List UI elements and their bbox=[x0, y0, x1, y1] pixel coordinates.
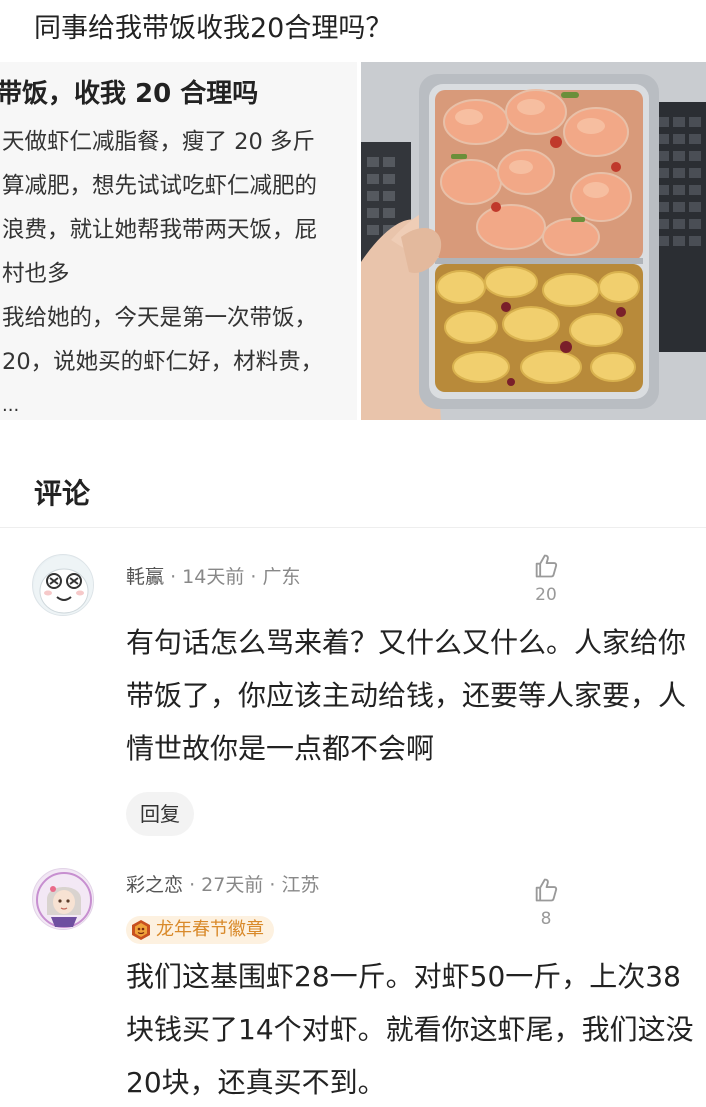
like-button[interactable]: 8 bbox=[526, 876, 566, 930]
lunch-box-photo[interactable] bbox=[361, 62, 706, 420]
divider bbox=[0, 527, 706, 528]
comments-title: 评论 bbox=[34, 477, 91, 510]
cropped-text-screenshot[interactable]: 带饭，收我 20 合理吗 天做虾仁减脂餐，瘦了 20 多斤 算减肥，想先试试吃虾… bbox=[0, 62, 357, 420]
thumbs-up-icon bbox=[535, 554, 558, 578]
meta-separator: · bbox=[250, 566, 263, 588]
comment-time: 27天前 bbox=[201, 874, 264, 896]
thumbs-up-icon bbox=[535, 878, 558, 902]
avatar[interactable] bbox=[32, 868, 94, 930]
avatar[interactable] bbox=[32, 554, 94, 616]
comment-username[interactable]: 彩之恋 bbox=[126, 874, 183, 896]
meta-separator: · bbox=[189, 874, 202, 896]
meta-separator: · bbox=[170, 566, 183, 588]
comment-location: 江苏 bbox=[281, 874, 320, 896]
comment-text: 我们这基围虾28一斤。对虾50一斤，上次38块钱买了14个对虾。就看你这虾尾，我… bbox=[126, 960, 694, 1099]
comment-meta: 軞鸁 · 14天前 · 广东 bbox=[126, 564, 301, 590]
comment-text: 有句话怎么骂来着？又什么又什么。人家给你带饭了，你应该主动给钱，还要等人家要，人… bbox=[126, 626, 687, 765]
cropped-line: 我给她的，今天是第一次带饭， bbox=[2, 305, 318, 331]
comment-username[interactable]: 軞鸁 bbox=[126, 566, 164, 588]
like-button[interactable]: 20 bbox=[526, 552, 566, 606]
holiday-badge[interactable]: 龙年春节徽章 bbox=[126, 916, 274, 944]
badge-label: 龙年春节徽章 bbox=[156, 919, 264, 940]
comment-location: 广东 bbox=[262, 566, 301, 588]
reply-button[interactable]: 回复 bbox=[126, 792, 194, 836]
cropped-line: 村也多 bbox=[2, 261, 70, 287]
like-count: 20 bbox=[535, 585, 557, 605]
anime-avatar-icon bbox=[34, 870, 93, 929]
meta-separator: · bbox=[269, 874, 282, 896]
dragon-badge-icon bbox=[132, 920, 150, 940]
cropped-line: 浪费，就让她帮我带两天饭，屁 bbox=[2, 217, 318, 243]
cropped-line: 算减肥，想先试试吃虾仁减肥的 bbox=[2, 173, 318, 199]
post-title: 同事给我带饭收我20合理吗？ bbox=[34, 13, 393, 44]
lunch-box-illustration bbox=[361, 62, 706, 420]
like-count: 8 bbox=[540, 909, 552, 929]
smiley-avatar-icon bbox=[34, 556, 93, 615]
cropped-heading: 带饭，收我 20 合理吗 bbox=[0, 79, 259, 109]
comment-time: 14天前 bbox=[182, 566, 245, 588]
comment-meta: 彩之恋 · 27天前 · 江苏 bbox=[126, 872, 320, 898]
cropped-line: ... bbox=[2, 395, 20, 416]
cropped-line: 天做虾仁减脂餐，瘦了 20 多斤 bbox=[2, 129, 315, 155]
section-gap bbox=[0, 420, 706, 450]
cropped-line: 20，说她买的虾仁好，材料贵， bbox=[2, 349, 324, 375]
